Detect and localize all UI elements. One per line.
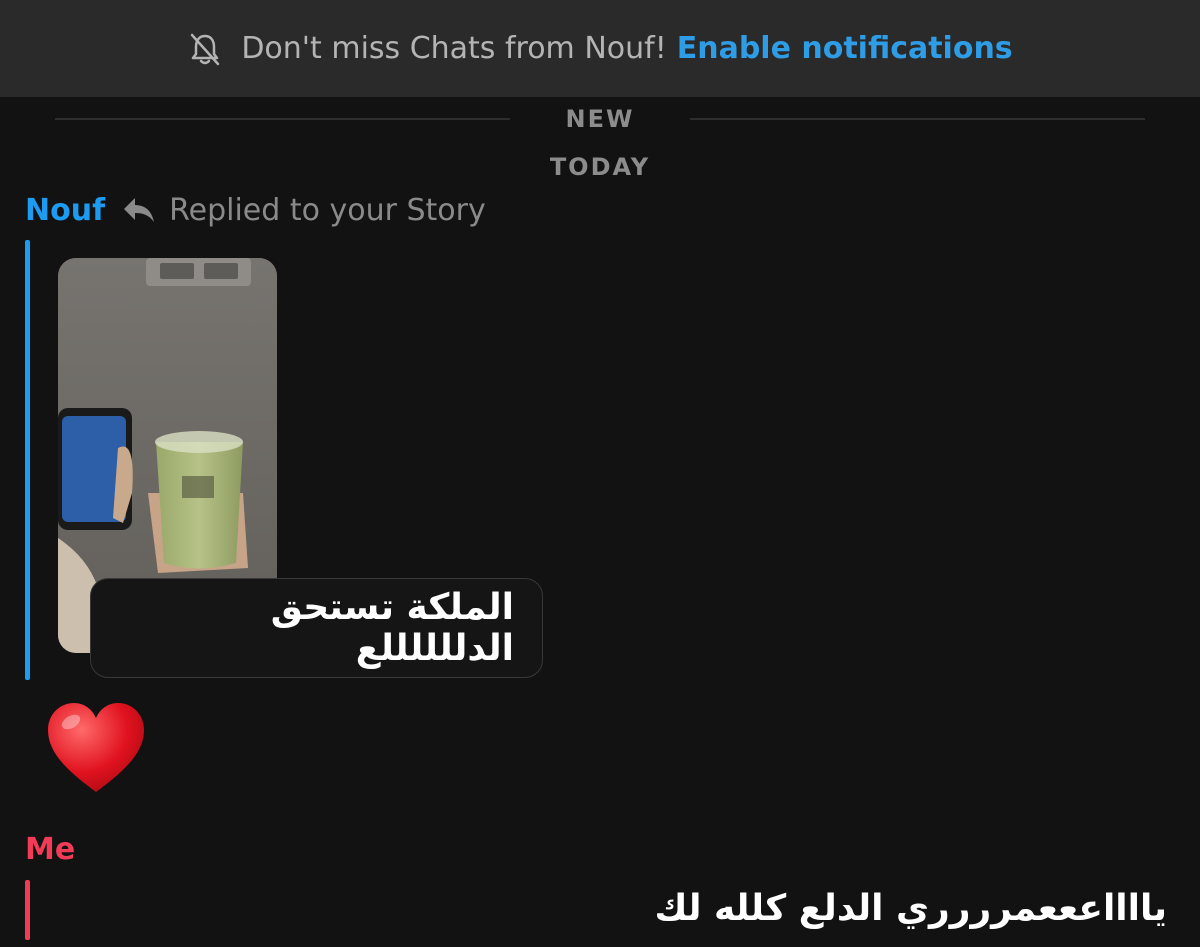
caption-text: الملكة تستحق الدللللللع	[270, 587, 514, 669]
sender-name-me: Me	[25, 832, 76, 867]
today-separator: TODAY	[549, 153, 651, 181]
sender-name[interactable]: Nouf	[25, 193, 105, 228]
reply-arrow-icon	[124, 198, 155, 222]
notification-banner: Don't miss Chats from Nouf! Enable notif…	[0, 0, 1200, 97]
message-header-nouf: Nouf Replied to your Story	[25, 190, 486, 230]
story-reply-caption: الملكة تستحق الدللللللع	[90, 578, 543, 678]
heart-emoji-icon	[48, 703, 144, 792]
bell-off-icon	[191, 33, 220, 65]
new-separator: NEW	[565, 105, 635, 133]
enable-notifications-link[interactable]: Enable notifications	[677, 31, 1013, 66]
banner-text: Don't miss Chats from Nouf!	[241, 31, 667, 66]
message-text-me: يااااعععمرررري الدلع كلله لك	[654, 888, 1167, 929]
message-bar-nouf	[25, 240, 30, 680]
reply-label: Replied to your Story	[169, 192, 486, 228]
message-bar-me	[25, 880, 30, 940]
